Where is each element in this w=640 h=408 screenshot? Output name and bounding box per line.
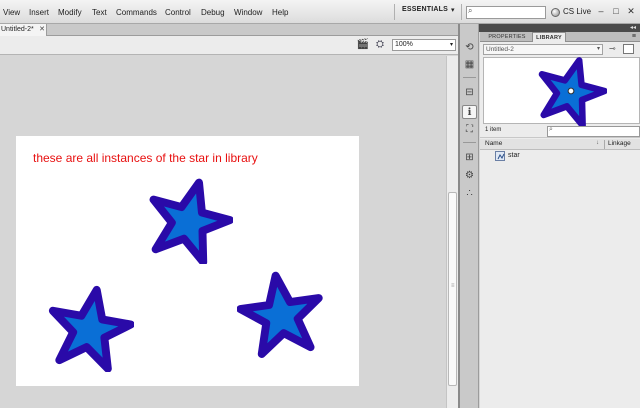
components-icon[interactable]: ⚙ <box>462 169 477 183</box>
collapse-panels-button[interactable]: ◂◂ <box>473 24 640 32</box>
star-preview <box>538 57 607 127</box>
menu-bar: View Insert Modify Text Commands Control… <box>0 0 640 24</box>
chevron-down-icon: ▾ <box>596 46 600 52</box>
menu-window[interactable]: Window <box>234 0 262 24</box>
cslive-button[interactable]: CS Live <box>563 7 591 16</box>
movieclip-symbol-icon <box>495 151 505 161</box>
vertical-scrollbar[interactable]: ≡ <box>446 56 458 408</box>
restore-icon[interactable]: □ <box>609 5 623 17</box>
stage-caption[interactable]: these are all instances of the star in l… <box>33 149 263 167</box>
align-icon[interactable]: ⊟ <box>462 86 477 100</box>
zoom-value: 100% <box>395 41 413 48</box>
grip-icon: ≡ <box>451 283 455 289</box>
document-tab-title: Untitled-2* <box>1 26 34 33</box>
menu-text[interactable]: Text <box>92 0 107 24</box>
menu-modify[interactable]: Modify <box>58 0 82 24</box>
chevron-down-icon[interactable]: ▾ <box>451 6 455 14</box>
menu-view[interactable]: View <box>3 0 20 24</box>
menu-commands[interactable]: Commands <box>116 0 157 24</box>
pin-icon[interactable]: ⊸ <box>609 44 616 53</box>
star-instance[interactable] <box>46 284 134 372</box>
strip-separator <box>463 77 476 78</box>
search-icon: ⌕ <box>549 126 553 133</box>
star-instance[interactable] <box>145 176 233 264</box>
menu-insert[interactable]: Insert <box>29 0 49 24</box>
document-tab[interactable]: Untitled-2* ✕ <box>0 24 47 36</box>
strip-separator <box>463 142 476 143</box>
library-search-input[interactable]: ⌕ <box>547 126 640 137</box>
search-icon: ⌕ <box>468 6 473 15</box>
motion-presets-icon[interactable]: ∴ <box>462 187 477 201</box>
swatches-icon[interactable]: ▦ <box>462 58 477 72</box>
menu-separator <box>461 4 462 20</box>
history-icon[interactable]: ⟲ <box>462 41 477 55</box>
close-icon[interactable]: ✕ <box>624 5 638 17</box>
edit-symbols-icon[interactable]: ⛭ <box>373 39 387 51</box>
edit-scene-icon[interactable]: 🎬 <box>356 39 370 51</box>
column-divider[interactable] <box>604 140 605 149</box>
zoom-select[interactable]: 100% ▾ <box>392 39 456 51</box>
library-column-header: Name ↓ Linkage <box>480 139 640 150</box>
library-document-value: Untitled-2 <box>486 46 514 53</box>
scrollbar-thumb[interactable]: ≡ <box>448 192 457 386</box>
help-search-input[interactable]: ⌕ <box>466 6 546 19</box>
library-item[interactable]: star <box>480 150 640 162</box>
chevron-down-icon: ▾ <box>449 42 453 48</box>
item-count: 1 item <box>485 127 502 133</box>
star-instance[interactable] <box>237 270 325 358</box>
panel-icon-strip: ⟲ ▦ ⊟ ℹ ⛶ ⊞ ⚙ ∴ <box>460 24 479 408</box>
menu-help[interactable]: Help <box>272 0 288 24</box>
panel-menu-icon[interactable]: ≡ <box>632 32 636 42</box>
menu-debug[interactable]: Debug <box>201 0 225 24</box>
menu-separator <box>394 4 395 20</box>
star-shape <box>149 178 233 264</box>
close-icon[interactable]: ✕ <box>38 26 46 34</box>
star-shape <box>48 285 134 372</box>
tab-properties[interactable]: PROPERTIES <box>482 32 532 42</box>
column-linkage[interactable]: Linkage <box>608 140 631 147</box>
info-icon[interactable]: ℹ <box>462 105 477 119</box>
registration-point <box>567 87 575 95</box>
transform-icon[interactable]: ⛶ <box>462 123 477 137</box>
edit-bar: 🎬 ⛭ 100% ▾ <box>0 36 458 55</box>
star-shape <box>237 271 323 358</box>
stage[interactable]: these are all instances of the star in l… <box>16 136 359 386</box>
new-library-panel-icon[interactable] <box>623 44 634 54</box>
tab-library[interactable]: LIBRARY <box>532 32 566 42</box>
menu-control[interactable]: Control <box>165 0 191 24</box>
library-item-name: star <box>508 152 520 159</box>
minimize-icon[interactable]: – <box>594 5 608 17</box>
symbol-preview <box>483 57 640 127</box>
panel-tab-bar: PROPERTIES LIBRARY ≡ <box>480 32 640 42</box>
cslive-icon[interactable] <box>551 8 560 17</box>
workspace-switcher[interactable]: ESSENTIALS <box>402 6 448 13</box>
library-panel: PROPERTIES LIBRARY ≡ Untitled-2 ▾ ⊸ 1 it… <box>480 32 640 408</box>
library-item-bar: 1 item ⌕ <box>480 124 640 138</box>
code-snippets-icon[interactable]: ⊞ <box>462 151 477 165</box>
library-document-select[interactable]: Untitled-2 ▾ <box>483 44 603 55</box>
column-name[interactable]: Name <box>485 140 502 147</box>
document-tab-bar: Untitled-2* ✕ <box>0 24 458 36</box>
sort-icon[interactable]: ↓ <box>596 140 599 146</box>
